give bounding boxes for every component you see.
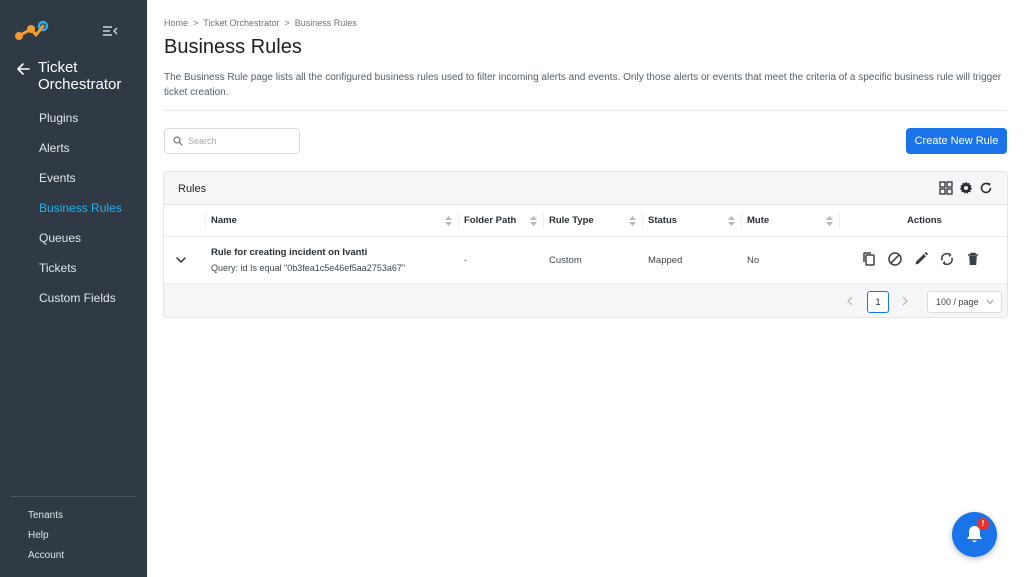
chevron-left-icon[interactable] xyxy=(846,296,854,306)
app-title: Ticket Orchestrator xyxy=(38,59,122,93)
pagination: 1 100 / page xyxy=(164,284,1007,317)
sidebar-footer: Tenants Help Account xyxy=(0,506,147,566)
column-divider xyxy=(205,213,206,229)
row-actions xyxy=(861,251,981,267)
sidebar-item-tickets[interactable]: Tickets xyxy=(0,253,147,283)
status-cell: Mapped xyxy=(648,255,683,266)
sidebar-item-events[interactable]: Events xyxy=(0,163,147,193)
back-to-app[interactable]: Ticket Orchestrator xyxy=(16,59,138,93)
gear-icon[interactable] xyxy=(959,181,973,195)
column-folder-path[interactable]: Folder Path xyxy=(464,205,516,237)
panel-header: Rules xyxy=(164,172,1007,205)
column-name[interactable]: Name xyxy=(211,205,237,237)
sync-icon[interactable] xyxy=(939,251,955,267)
rule-type-cell: Custom xyxy=(549,255,582,266)
collapse-menu-icon[interactable] xyxy=(102,24,118,38)
sidebar-divider xyxy=(11,496,136,497)
page-size-select[interactable]: 100 / page xyxy=(927,291,1002,313)
breadcrumb-ticket-orchestrator[interactable]: Ticket Orchestrator xyxy=(203,18,279,28)
column-divider xyxy=(839,213,840,229)
sort-icon[interactable] xyxy=(728,216,735,226)
table-header: Name Folder Path Rule Type Status Mute A… xyxy=(164,205,1007,237)
column-divider xyxy=(741,213,742,229)
sort-icon[interactable] xyxy=(445,216,452,226)
column-divider xyxy=(642,213,643,229)
sidebar-item-alerts[interactable]: Alerts xyxy=(0,133,147,163)
sidebar-item-tenants[interactable]: Tenants xyxy=(0,506,147,526)
column-mute[interactable]: Mute xyxy=(747,205,769,237)
table-row: Rule for creating incident on Ivanti Que… xyxy=(164,237,1007,284)
rule-query: Query: id Is equal "0b3fea1c5e46ef5aa275… xyxy=(211,263,406,273)
sidebar-item-custom-fields[interactable]: Custom Fields xyxy=(0,283,147,313)
page-title: Business Rules xyxy=(164,36,302,58)
chevron-right-icon[interactable] xyxy=(901,296,909,306)
column-divider xyxy=(543,213,544,229)
page-number-button[interactable]: 1 xyxy=(867,291,889,313)
rule-name[interactable]: Rule for creating incident on Ivanti xyxy=(211,247,367,258)
sort-icon[interactable] xyxy=(826,216,833,226)
breadcrumb-current: Business Rules xyxy=(294,18,357,28)
notifications-button[interactable] xyxy=(952,512,997,557)
breadcrumb-separator: > xyxy=(284,18,290,28)
sidebar-item-queues[interactable]: Queues xyxy=(0,223,147,253)
sort-icon[interactable] xyxy=(629,216,636,226)
mute-cell: No xyxy=(747,255,760,266)
copy-icon[interactable] xyxy=(861,251,877,267)
sidebar-item-help[interactable]: Help xyxy=(0,526,147,546)
breadcrumb-home[interactable]: Home xyxy=(164,18,188,28)
search-box[interactable] xyxy=(164,128,300,154)
rules-panel: Rules Name Folder Path Rule Type Status … xyxy=(163,171,1008,318)
search-icon xyxy=(173,136,183,146)
refresh-icon[interactable] xyxy=(979,181,993,195)
page-description: The Business Rule page lists all the con… xyxy=(164,72,1002,98)
panel-tools xyxy=(939,181,993,195)
folder-path-cell: - xyxy=(464,255,468,266)
panel-title: Rules xyxy=(178,183,207,195)
sort-icon[interactable] xyxy=(530,216,537,226)
chevron-down-icon xyxy=(986,299,994,305)
column-rule-type[interactable]: Rule Type xyxy=(549,205,594,237)
sidebar-item-plugins[interactable]: Plugins xyxy=(0,103,147,133)
create-new-rule-button[interactable]: Create New Rule xyxy=(906,128,1007,154)
search-input[interactable] xyxy=(188,136,288,146)
sidebar-item-business-rules[interactable]: Business Rules xyxy=(0,193,147,223)
chevron-down-icon[interactable] xyxy=(176,256,186,264)
notification-badge: ! xyxy=(977,518,989,530)
arrow-left-icon xyxy=(17,63,30,75)
column-divider xyxy=(458,213,459,229)
brand-logo-icon[interactable] xyxy=(14,20,50,42)
pencil-icon[interactable] xyxy=(913,251,929,267)
main-content: Home > Ticket Orchestrator > Business Ru… xyxy=(147,0,1024,577)
column-status[interactable]: Status xyxy=(648,205,677,237)
grid-view-icon[interactable] xyxy=(939,181,953,195)
breadcrumb: Home > Ticket Orchestrator > Business Ru… xyxy=(164,18,357,28)
sidebar-nav: Plugins Alerts Events Business Rules Que… xyxy=(0,103,147,313)
column-actions: Actions xyxy=(907,215,942,226)
page-size-value: 100 / page xyxy=(936,297,979,307)
block-icon[interactable] xyxy=(887,251,903,267)
trash-icon[interactable] xyxy=(965,251,981,267)
sidebar-item-account[interactable]: Account xyxy=(0,546,147,566)
header-divider xyxy=(164,110,1007,111)
breadcrumb-separator: > xyxy=(193,18,199,28)
sidebar: Ticket Orchestrator Plugins Alerts Event… xyxy=(0,0,147,577)
